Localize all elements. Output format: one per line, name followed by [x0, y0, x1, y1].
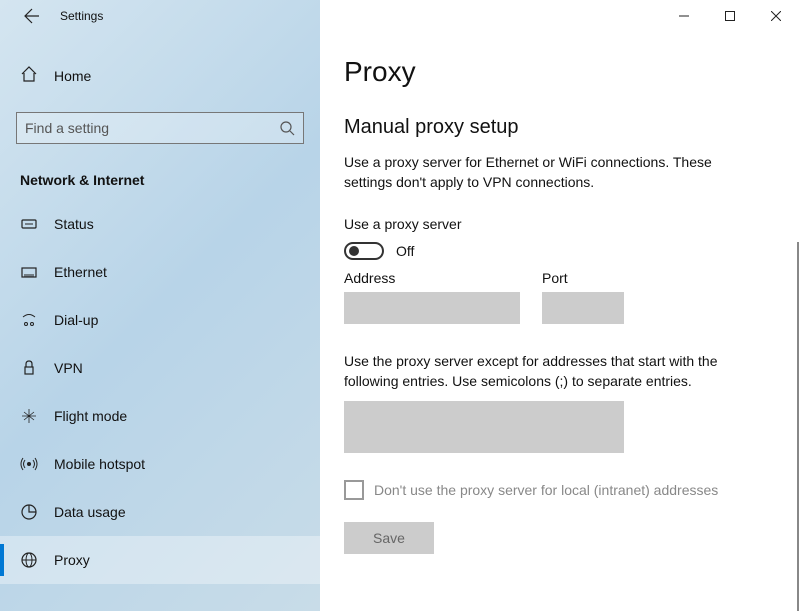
arrow-left-icon	[24, 8, 40, 24]
search-input[interactable]	[25, 120, 279, 136]
titlebar-left: Settings	[0, 0, 320, 32]
titlebar-right	[320, 0, 799, 32]
maximize-icon	[725, 11, 735, 21]
sidebar-item-label: Status	[54, 216, 94, 232]
sidebar-item-label: Proxy	[54, 552, 90, 568]
globe-icon	[20, 551, 38, 569]
vpn-icon	[20, 359, 38, 377]
section-title: Manual proxy setup	[344, 116, 759, 139]
home-nav[interactable]: Home	[0, 56, 320, 96]
sidebar-item-label: Flight mode	[54, 408, 127, 424]
main-pane: Proxy Manual proxy setup Use a proxy ser…	[320, 0, 799, 611]
hotspot-icon	[20, 455, 38, 473]
toggle-state: Off	[396, 243, 414, 259]
sidebar-item-datausage[interactable]: Data usage	[0, 488, 320, 536]
page-title: Proxy	[344, 56, 759, 88]
port-label: Port	[542, 270, 624, 286]
port-input[interactable]	[542, 292, 624, 324]
back-button[interactable]	[16, 0, 48, 32]
address-label: Address	[344, 270, 520, 286]
search-icon	[279, 120, 295, 136]
sidebar-item-dialup[interactable]: Dial-up	[0, 296, 320, 344]
home-label: Home	[54, 68, 91, 84]
sidebar-item-ethernet[interactable]: Ethernet	[0, 248, 320, 296]
sidebar: Settings Home Network & Internet Status …	[0, 0, 320, 611]
home-icon	[20, 65, 38, 88]
datausage-icon	[20, 503, 38, 521]
local-bypass-checkbox[interactable]	[344, 480, 364, 500]
save-button[interactable]: Save	[344, 522, 434, 554]
sidebar-item-hotspot[interactable]: Mobile hotspot	[0, 440, 320, 488]
sidebar-item-label: Dial-up	[54, 312, 98, 328]
sidebar-item-flightmode[interactable]: Flight mode	[0, 392, 320, 440]
section-desc: Use a proxy server for Ethernet or WiFi …	[344, 153, 759, 192]
dialup-icon	[20, 311, 38, 329]
exceptions-input[interactable]	[344, 401, 624, 453]
address-input[interactable]	[344, 292, 520, 324]
local-bypass-label: Don't use the proxy server for local (in…	[374, 482, 718, 498]
section-header: Network & Internet	[20, 172, 320, 188]
app-title: Settings	[60, 9, 103, 23]
use-proxy-label: Use a proxy server	[344, 216, 759, 232]
maximize-button[interactable]	[707, 0, 753, 32]
sidebar-item-proxy[interactable]: Proxy	[0, 536, 320, 584]
minimize-button[interactable]	[661, 0, 707, 32]
minimize-icon	[679, 11, 689, 21]
status-icon	[20, 215, 38, 233]
sidebar-item-label: VPN	[54, 360, 83, 376]
sidebar-item-status[interactable]: Status	[0, 200, 320, 248]
content-area: Proxy Manual proxy setup Use a proxy ser…	[320, 32, 799, 611]
airplane-icon	[20, 407, 38, 425]
ethernet-icon	[20, 263, 38, 281]
close-icon	[771, 11, 781, 21]
use-proxy-toggle[interactable]	[344, 242, 384, 260]
toggle-knob	[349, 246, 359, 256]
close-button[interactable]	[753, 0, 799, 32]
sidebar-item-label: Ethernet	[54, 264, 107, 280]
sidebar-item-label: Data usage	[54, 504, 126, 520]
search-box[interactable]	[16, 112, 304, 144]
exceptions-desc: Use the proxy server except for addresse…	[344, 352, 759, 391]
sidebar-item-vpn[interactable]: VPN	[0, 344, 320, 392]
sidebar-item-label: Mobile hotspot	[54, 456, 145, 472]
